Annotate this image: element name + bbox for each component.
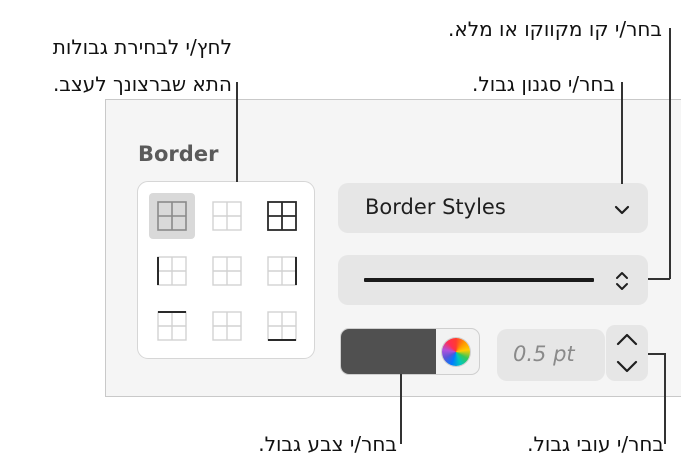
chevron-down-icon <box>614 201 630 220</box>
border-styles-dropdown[interactable]: Border Styles <box>338 183 648 233</box>
callout-cell-borders-line2: התא שברצונך לעצב. <box>52 72 232 96</box>
inside-borders-icon[interactable] <box>204 193 250 239</box>
leader-line <box>621 82 623 184</box>
outside-borders-icon[interactable] <box>259 193 305 239</box>
callout-border-width: בחר/י עובי גבול. <box>527 432 664 456</box>
callout-cell-borders-line1: לחץ/י לבחירת גבולות <box>52 35 232 59</box>
border-width-field[interactable]: 0.5 pt <box>497 329 605 381</box>
leader-line <box>664 353 666 444</box>
color-wheel-icon[interactable] <box>442 338 470 366</box>
border-width-stepper[interactable] <box>606 325 648 381</box>
right-border-icon[interactable] <box>259 248 305 294</box>
chevron-up-icon[interactable] <box>614 330 640 354</box>
left-border-icon[interactable] <box>149 248 195 294</box>
border-width-value: 0.5 pt <box>513 342 575 366</box>
cell-border-grid <box>137 181 315 359</box>
border-styles-label: Border Styles <box>365 195 506 219</box>
leader-line <box>400 374 402 444</box>
leader-line <box>648 278 670 280</box>
line-type-dropdown[interactable] <box>338 255 648 305</box>
leader-line <box>236 82 238 182</box>
border-color-well[interactable] <box>340 328 480 375</box>
inside-horizontal-border-icon[interactable] <box>204 303 250 349</box>
color-swatch[interactable] <box>341 329 436 374</box>
up-down-chevron-icon <box>614 269 630 297</box>
bottom-border-icon[interactable] <box>259 303 305 349</box>
chevron-down-icon[interactable] <box>614 356 640 380</box>
all-borders-icon[interactable] <box>149 193 195 239</box>
inside-vertical-border-icon[interactable] <box>204 248 250 294</box>
leader-line <box>669 28 671 279</box>
callout-line-type: בחר/י קו מקווקו או מלא. <box>447 17 662 41</box>
callout-border-style: בחר/י סגנון גבול. <box>472 72 615 96</box>
panel-title: Border <box>138 142 219 166</box>
top-border-icon[interactable] <box>149 303 195 349</box>
leader-line <box>648 353 665 355</box>
callout-border-color: בחר/י צבע גבול. <box>258 432 397 456</box>
solid-line-preview <box>364 278 594 282</box>
